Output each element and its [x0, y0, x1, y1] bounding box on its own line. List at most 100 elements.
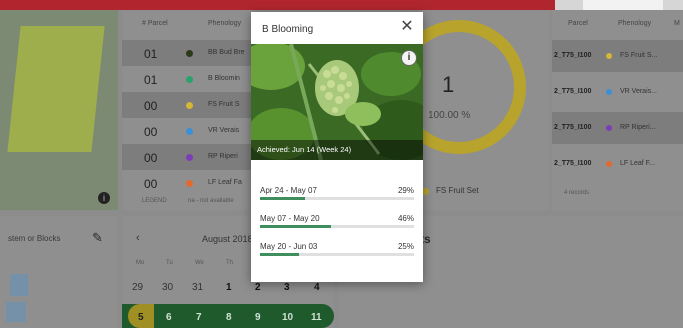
donut-percent: 100.00 %	[428, 110, 471, 121]
legend-label: LEGEND	[142, 198, 167, 204]
calendar-day[interactable]: 9	[255, 312, 261, 323]
achieved-text: Achieved: Jun 14 (Week 24)	[257, 145, 352, 154]
calendar-day[interactable]: 6	[166, 312, 172, 323]
legend-note: na - not available	[188, 198, 234, 204]
phenology-dot	[606, 53, 612, 59]
parcel-count: 00	[144, 151, 158, 165]
column-header: Phenology	[618, 20, 652, 27]
calendar-day[interactable]: 7	[196, 312, 202, 323]
phenology-label: FS Fruit S	[208, 101, 240, 108]
range-label: Apr 24 - May 07	[260, 186, 317, 195]
table-row[interactable]: 2_T75_I100 LF Leaf F...	[552, 148, 683, 180]
calendar-day[interactable]: 4	[314, 282, 320, 293]
column-header: Phenology	[208, 20, 242, 27]
weekday-label: Tu	[166, 260, 173, 266]
info-icon[interactable]: i	[401, 50, 417, 66]
parcel-count: 00	[144, 177, 158, 191]
progress-track	[260, 197, 414, 200]
phenology-label: VR Verais...	[620, 88, 657, 95]
phenology-label: LF Leaf Fa	[208, 179, 242, 186]
bloom-photo: i Achieved: Jun 14 (Week 24)	[251, 44, 423, 160]
phenology-dot	[186, 128, 193, 135]
calendar-day[interactable]: 31	[192, 282, 203, 293]
phenology-dot	[186, 180, 193, 187]
phenology-label: BB Bud Bre	[208, 49, 245, 56]
progress-fill	[260, 197, 305, 200]
field-polygon[interactable]	[7, 26, 105, 152]
calendar-day[interactable]: 30	[162, 282, 173, 293]
parcel-table: # Parcel Phenology 01 BB Bud Bre 01 B Bloo…	[122, 10, 252, 210]
map-block[interactable]	[6, 302, 26, 322]
table-row[interactable]: 00 FS Fruit S	[122, 92, 252, 118]
parcel-id: 2_T75_I100	[554, 124, 592, 131]
progress-track	[260, 253, 414, 256]
header-tab[interactable]	[583, 0, 663, 10]
phenology-label: VR Verais	[208, 127, 240, 134]
phenology-dot	[606, 125, 612, 131]
blocks-panel: stem or Blocks ✎	[0, 216, 118, 328]
chevron-left-icon[interactable]: ‹	[136, 232, 140, 244]
column-header: M	[674, 20, 680, 27]
progress-fill	[260, 225, 331, 228]
table-row[interactable]: 00 RP Riperi	[122, 144, 252, 170]
phenology-dot	[606, 161, 612, 167]
range-progress: May 07 - May 20 46%	[260, 214, 414, 234]
parcel-list-table: Parcel Phenology M 2_T75_I100 FS Fruit S.…	[552, 10, 683, 210]
dialog-title: B Blooming	[262, 24, 314, 35]
calendar-day[interactable]: 1	[226, 282, 232, 293]
calendar-day[interactable]: 29	[132, 282, 143, 293]
parcel-count: 01	[144, 47, 158, 61]
phenology-dot	[186, 102, 193, 109]
phenology-detail-dialog: B Blooming ✕ i Achieved: Jun 14 (Week 24…	[251, 12, 423, 282]
parcel-id: 2_T75_I100	[554, 52, 592, 59]
range-percent: 29%	[397, 186, 414, 195]
column-header: # Parcel	[142, 20, 168, 27]
header-right-area	[555, 0, 683, 10]
calendar-day[interactable]: 3	[284, 282, 290, 293]
table-row[interactable]: 01 B Bloomin	[122, 66, 252, 92]
weekday-label: Mo	[136, 260, 145, 266]
range-label: May 07 - May 20	[260, 214, 320, 223]
table-row[interactable]: 2_T75_I100 VR Verais...	[552, 76, 683, 108]
range-progress: Apr 24 - May 07 29%	[260, 186, 414, 206]
weekday-label: Th	[226, 260, 234, 266]
column-header: Parcel	[568, 20, 588, 27]
table-row[interactable]: 2_T75_I100 RP Riperi...	[552, 112, 683, 144]
range-percent: 46%	[397, 214, 414, 223]
phenology-dot	[606, 89, 612, 95]
table-row[interactable]: 01 BB Bud Bre	[122, 40, 252, 66]
calendar-day: 5	[138, 312, 144, 323]
parcel-id: 2_T75_I100	[554, 160, 592, 167]
range-percent: 25%	[397, 242, 414, 251]
progress-track	[260, 225, 414, 228]
info-icon[interactable]: i	[98, 192, 110, 204]
map-panel[interactable]: i	[0, 10, 118, 210]
close-icon[interactable]: ✕	[398, 18, 416, 36]
calendar-day[interactable]: 2	[255, 282, 261, 293]
table-row[interactable]: 00 VR Verais	[122, 118, 252, 144]
parcel-id: 2_T75_I100	[554, 88, 592, 95]
phenology-label: RP Riperi...	[620, 124, 656, 131]
table-row[interactable]: 00 LF Leaf Fa	[122, 170, 252, 196]
app-header-bar	[0, 0, 555, 10]
progress-fill	[260, 253, 299, 256]
pencil-icon[interactable]: ✎	[92, 230, 103, 246]
phenology-dot	[186, 76, 193, 83]
selected-day[interactable]: 5	[128, 304, 154, 328]
donut-panel: 1 100.00 % FS Fruit Set	[392, 10, 550, 210]
calendar-month: August 2018	[202, 234, 253, 244]
parcel-count: 00	[144, 125, 158, 139]
calendar-day[interactable]: 8	[226, 312, 232, 323]
range-label: May 20 - Jun 03	[260, 242, 318, 251]
map-block[interactable]	[10, 274, 28, 296]
phenology-label: RP Riperi	[208, 153, 238, 160]
parcel-count: 00	[144, 99, 158, 113]
calendar-day[interactable]: 10	[282, 312, 293, 323]
table-row[interactable]: 2_T75_I100 FS Fruit S...	[552, 40, 683, 72]
phenology-label: FS Fruit S...	[620, 52, 658, 59]
parcel-count: 01	[144, 73, 158, 87]
phenology-label: B Bloomin	[208, 75, 240, 82]
range-progress: May 20 - Jun 03 25%	[260, 242, 414, 262]
calendar-day[interactable]: 11	[311, 312, 322, 323]
phenology-dot	[186, 154, 193, 161]
